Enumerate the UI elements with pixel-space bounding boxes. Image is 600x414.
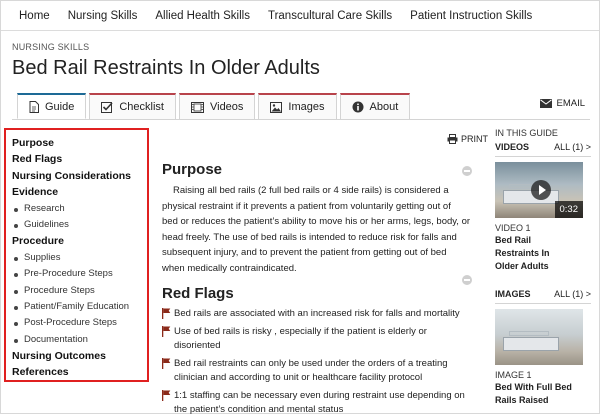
email-label: EMAIL	[556, 98, 585, 109]
rail-divider	[495, 156, 591, 157]
image-title[interactable]: Bed With Full Bed Rails Raised	[495, 381, 595, 407]
email-button[interactable]: EMAIL	[540, 98, 585, 109]
flag-icon	[162, 357, 174, 385]
purpose-line: head freely. The use of bed rails is int…	[162, 231, 457, 243]
videos-header: VIDEOS ALL (1) >	[495, 142, 591, 152]
purpose-section: Purpose Raising all bed rails (2 full be…	[162, 161, 477, 277]
guide-nav-item-procedure-steps[interactable]: Procedure Steps	[12, 283, 147, 299]
guide-nav-item-research[interactable]: Research	[12, 201, 147, 217]
tab-about[interactable]: About	[339, 93, 411, 119]
guide-nav-item-pre-procedure-steps[interactable]: Pre-Procedure Steps	[12, 266, 147, 282]
purpose-line: subsequent injury, and to prevent the pa…	[162, 247, 447, 259]
video-duration: 0:32	[554, 201, 583, 218]
images-all-link[interactable]: ALL (1) >	[554, 289, 591, 299]
topnav-patient-instruction-skills[interactable]: Patient Instruction Skills	[401, 10, 541, 22]
videos-all-link[interactable]: ALL (1) >	[554, 142, 591, 152]
flag-icon	[162, 389, 174, 414]
flag-icon	[162, 307, 174, 321]
guide-nav-item-post-procedure-steps[interactable]: Post-Procedure Steps	[12, 315, 147, 331]
image-thumbnail[interactable]	[495, 309, 583, 365]
tab-label: About	[369, 101, 399, 113]
video-thumbnail[interactable]: 0:32	[495, 162, 583, 218]
rail-title: IN THIS GUIDE	[495, 128, 558, 138]
guide-nav-item-references[interactable]: References	[12, 364, 147, 380]
red-flags-section: Red Flags Bed rails are associated with …	[162, 285, 477, 414]
guide-nav-item-patient-family-education[interactable]: Patient/Family Education	[12, 299, 147, 315]
tab-images[interactable]: Images	[258, 93, 337, 119]
envelope-icon	[540, 99, 553, 108]
red-flag-item: Use of bed rails is risky , especially i…	[162, 325, 477, 353]
guide-nav-item-nursing-outcomes[interactable]: Nursing Outcomes	[12, 348, 147, 364]
video-title[interactable]: Bed Rail Restraints In Older Adults	[495, 234, 595, 273]
guide-tabs: Guide Checklist Videos Images About	[17, 93, 413, 119]
rail-divider	[495, 303, 591, 304]
tab-label: Videos	[209, 101, 244, 113]
purpose-line: bed or reduces the patient’s ability to …	[162, 216, 471, 228]
purpose-heading: Purpose	[162, 161, 223, 178]
film-icon	[190, 101, 204, 113]
top-nav: Home Nursing Skills Allied Health Skills…	[1, 1, 599, 31]
info-icon	[352, 101, 364, 113]
guide-nav-item-evidence[interactable]: Evidence	[12, 184, 147, 200]
purpose-text: Raising all bed rails (2 full bed rails …	[162, 183, 477, 277]
flag-icon	[162, 325, 174, 353]
red-flags-heading: Red Flags	[162, 284, 234, 302]
in-this-guide-rail: IN THIS GUIDE VIDEOS ALL (1) > 0:32 VIDE…	[495, 128, 595, 407]
bed-graphic	[503, 337, 559, 351]
tab-label: Checklist	[119, 101, 164, 113]
image-caption: IMAGE 1	[495, 370, 532, 380]
tab-divider	[12, 119, 590, 120]
print-label: PRINT	[461, 134, 488, 144]
guide-content: Purpose Raising all bed rails (2 full be…	[162, 161, 477, 414]
guide-nav-item-documentation[interactable]: Documentation	[12, 332, 147, 348]
play-icon[interactable]	[531, 180, 551, 200]
guide-nav-item-purpose[interactable]: Purpose	[12, 135, 147, 151]
section-label: NURSING SKILLS	[12, 42, 90, 52]
red-flag-item: Bed rails are associated with an increas…	[162, 307, 477, 321]
tab-label: Guide	[45, 100, 75, 113]
tab-checklist[interactable]: Checklist	[89, 93, 176, 119]
guide-nav-item-guidelines[interactable]: Guidelines	[12, 217, 147, 233]
purpose-line: when medically contraindicated.	[162, 262, 297, 274]
topnav-transcultural-care-skills[interactable]: Transcultural Care Skills	[259, 10, 401, 22]
topnav-home[interactable]: Home	[9, 10, 59, 22]
checkbox-icon	[101, 101, 113, 113]
images-header: IMAGES ALL (1) >	[495, 289, 591, 299]
page-title: Bed Rail Restraints In Older Adults	[12, 57, 320, 79]
topnav-allied-health-skills[interactable]: Allied Health Skills	[146, 10, 259, 22]
red-flag-item: 1:1 staffing can be necessary even durin…	[162, 389, 477, 414]
tab-label: Images	[288, 101, 325, 113]
videos-label: VIDEOS	[495, 142, 530, 152]
tab-guide[interactable]: Guide	[17, 93, 87, 119]
topnav-nursing-skills[interactable]: Nursing Skills	[59, 10, 147, 22]
print-button[interactable]: PRINT	[447, 134, 488, 144]
purpose-line: Raising all bed rails (2 full bed rails …	[173, 185, 449, 196]
bed-rail-graphic	[509, 331, 549, 336]
video-caption: VIDEO 1	[495, 223, 531, 233]
tab-videos[interactable]: Videos	[178, 93, 256, 119]
purpose-line: physical restraint if it prevents a pati…	[162, 200, 451, 212]
guide-nav-item-red-flags[interactable]: Red Flags	[12, 151, 147, 167]
guide-nav: Purpose Red Flags Nursing Considerations…	[4, 128, 149, 382]
guide-nav-item-supplies[interactable]: Supplies	[12, 250, 147, 266]
printer-icon	[447, 134, 458, 144]
guide-nav-item-procedure[interactable]: Procedure	[12, 233, 147, 249]
guide-nav-item-nursing-considerations[interactable]: Nursing Considerations	[12, 168, 147, 184]
images-label: IMAGES	[495, 289, 531, 299]
document-icon	[29, 100, 39, 113]
red-flag-item: Bed rail restraints can only be used und…	[162, 357, 477, 385]
image-icon	[270, 101, 283, 113]
